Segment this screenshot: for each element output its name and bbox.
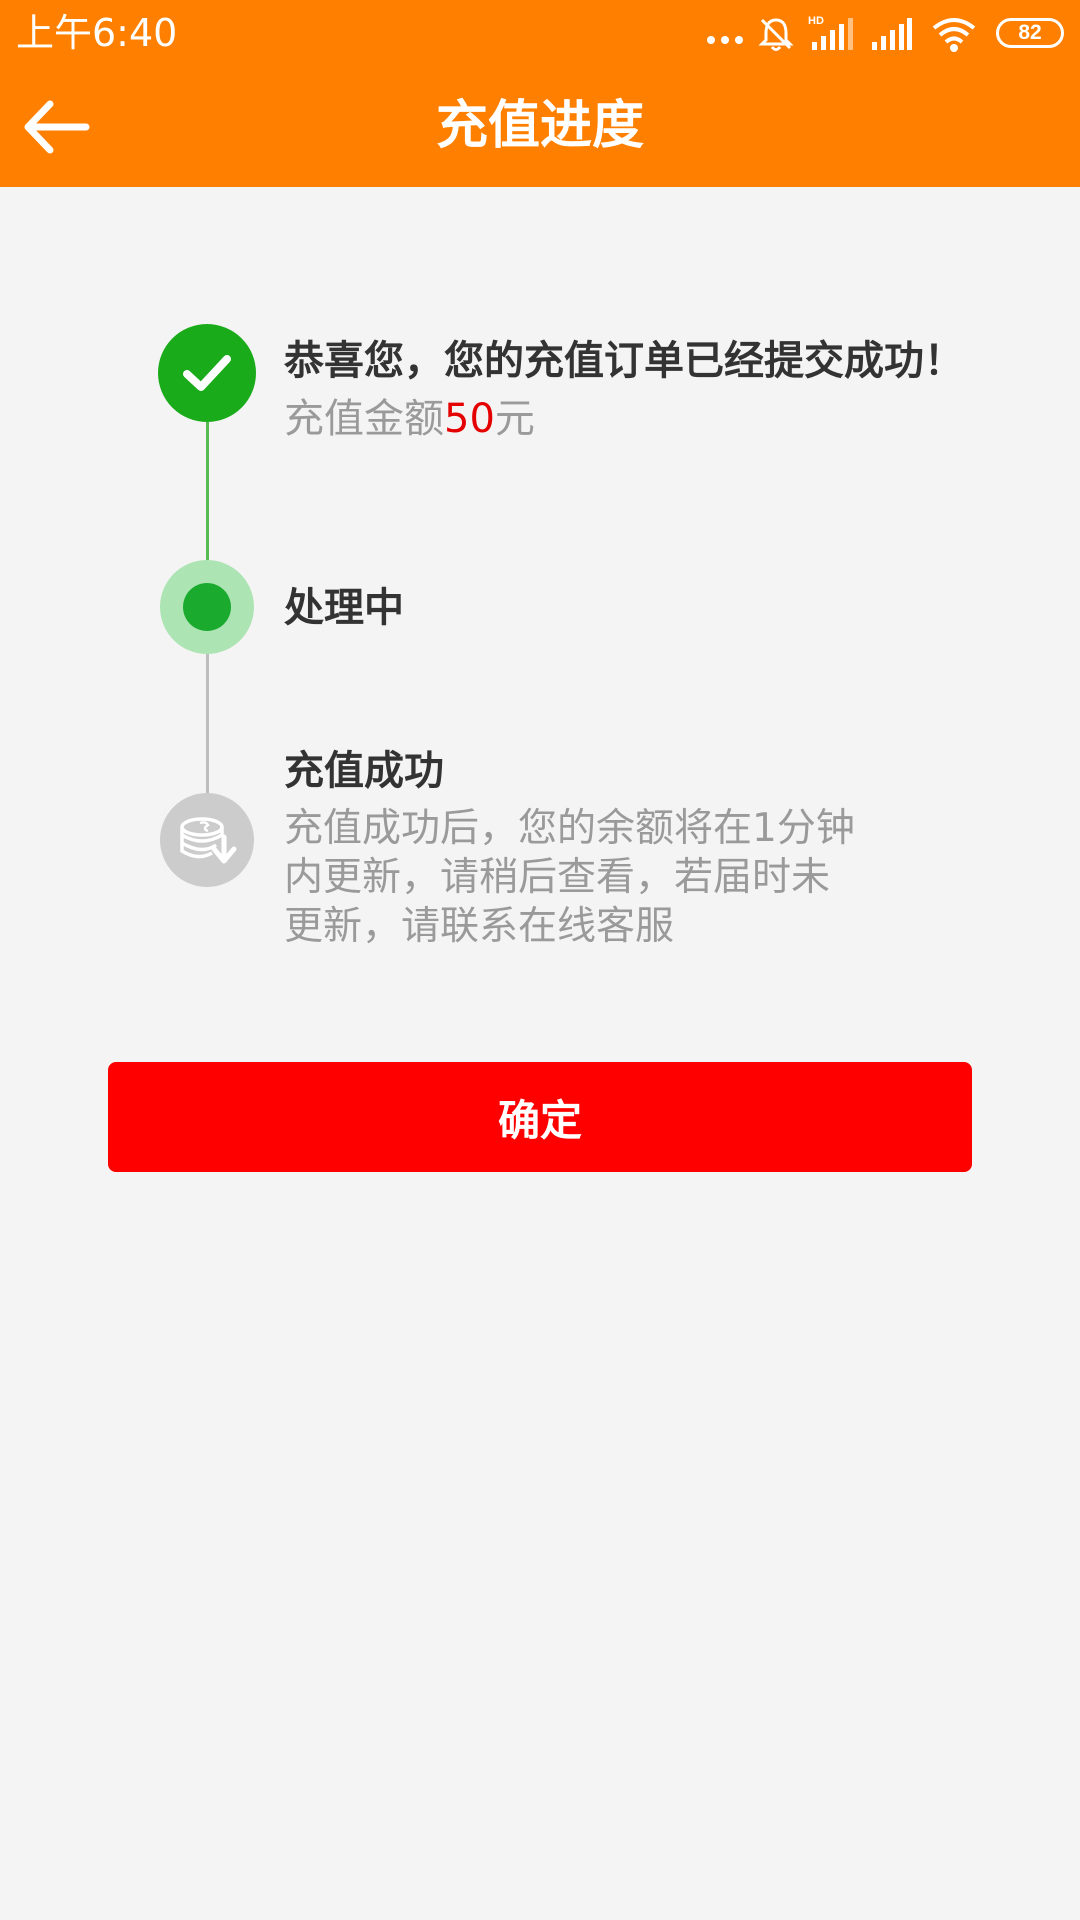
silent-bell-icon — [758, 18, 794, 51]
amount-label: 充值金额 — [284, 396, 444, 442]
status-bar: 上午6:40 HD 82 — [0, 0, 1080, 66]
status-time: 上午6:40 — [16, 11, 178, 55]
description-line: 充值成功后，您的余额将在1分钟 — [284, 806, 855, 851]
hd-badge: HD — [808, 15, 824, 27]
step-submitted-check-icon — [158, 324, 256, 422]
step-success-title: 充值成功 — [284, 748, 444, 794]
wifi-icon — [932, 18, 976, 52]
amount-unit: 元 — [494, 396, 535, 442]
hd-signal-icon: HD — [808, 15, 853, 50]
step-success-description: 充值成功后，您的余额将在1分钟 内更新，请稍后查看，若届时未 更新，请联系在线客… — [284, 804, 855, 951]
battery-level: 82 — [1018, 21, 1042, 44]
more-dots-icon — [707, 36, 743, 44]
title-bar: 充值进度 — [0, 66, 1080, 187]
description-line: 更新，请联系在线客服 — [284, 904, 675, 949]
step-submitted-title: 恭喜您，您的充值订单已经提交成功！ — [284, 338, 964, 384]
timeline-connector-pending — [206, 654, 209, 793]
confirm-button[interactable]: 确定 — [108, 1062, 972, 1172]
timeline-connector-done — [206, 422, 209, 560]
description-line: 内更新，请稍后查看，若届时未 — [284, 855, 831, 900]
step-submitted-amount: 充值金额50元 — [284, 395, 535, 444]
step-processing-dot-icon — [160, 560, 254, 654]
signal-icon — [872, 18, 912, 50]
page-title: 充值进度 — [435, 96, 644, 156]
amount-value: 50 — [444, 396, 495, 442]
processing-dot — [183, 583, 231, 631]
battery-icon: 82 — [996, 18, 1064, 48]
step-success-coins-icon — [160, 793, 254, 887]
step-processing-title: 处理中 — [284, 585, 404, 631]
